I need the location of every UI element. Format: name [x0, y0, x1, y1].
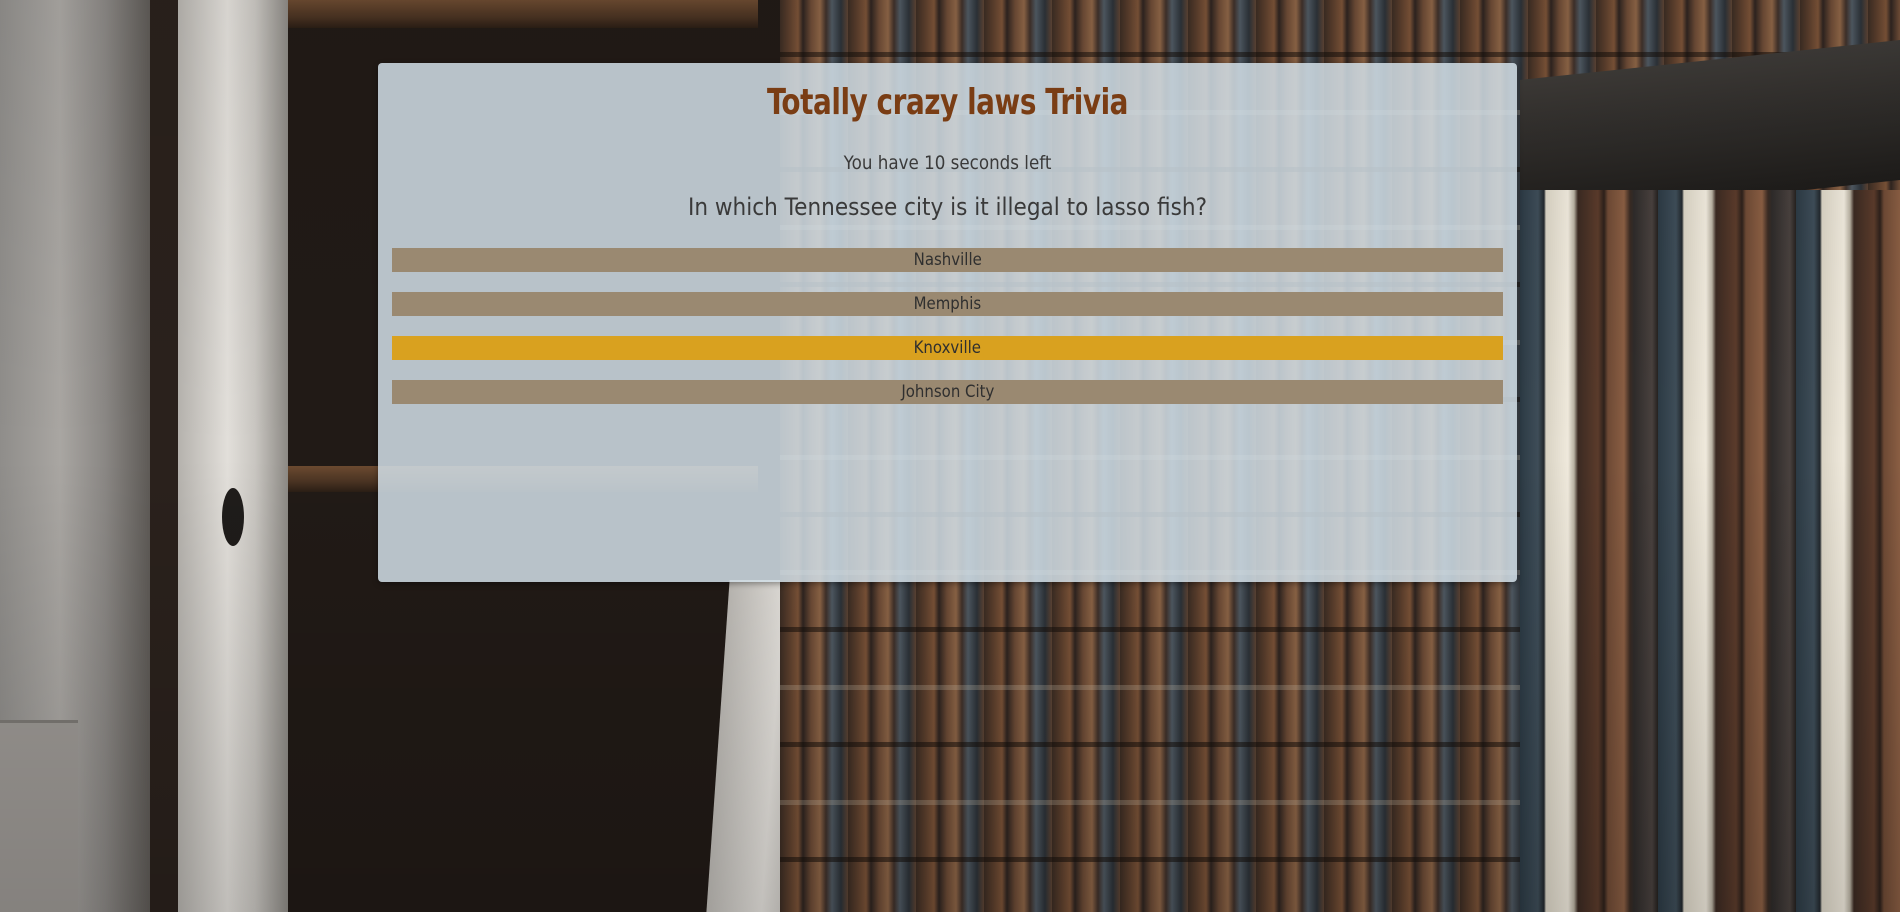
answer-label: Knoxville: [913, 338, 982, 358]
answer-button-nashville[interactable]: Nashville: [392, 248, 1503, 272]
timer-text: You have 10 seconds left: [843, 152, 1052, 174]
answer-label: Johnson City: [900, 382, 995, 402]
quiz-card: Totally crazy laws Trivia You have 10 se…: [378, 63, 1517, 582]
answer-list: Nashville Memphis Knoxville Johnson City: [392, 248, 1503, 424]
answer-label: Nashville: [913, 250, 982, 270]
answer-label: Memphis: [913, 294, 982, 314]
question-text: In which Tennessee city is it illegal to…: [687, 193, 1208, 221]
answer-button-johnson-city[interactable]: Johnson City: [392, 380, 1503, 404]
answer-button-knoxville[interactable]: Knoxville: [392, 336, 1503, 360]
answer-button-memphis[interactable]: Memphis: [392, 292, 1503, 316]
quiz-title: Totally crazy laws Trivia: [766, 82, 1129, 123]
